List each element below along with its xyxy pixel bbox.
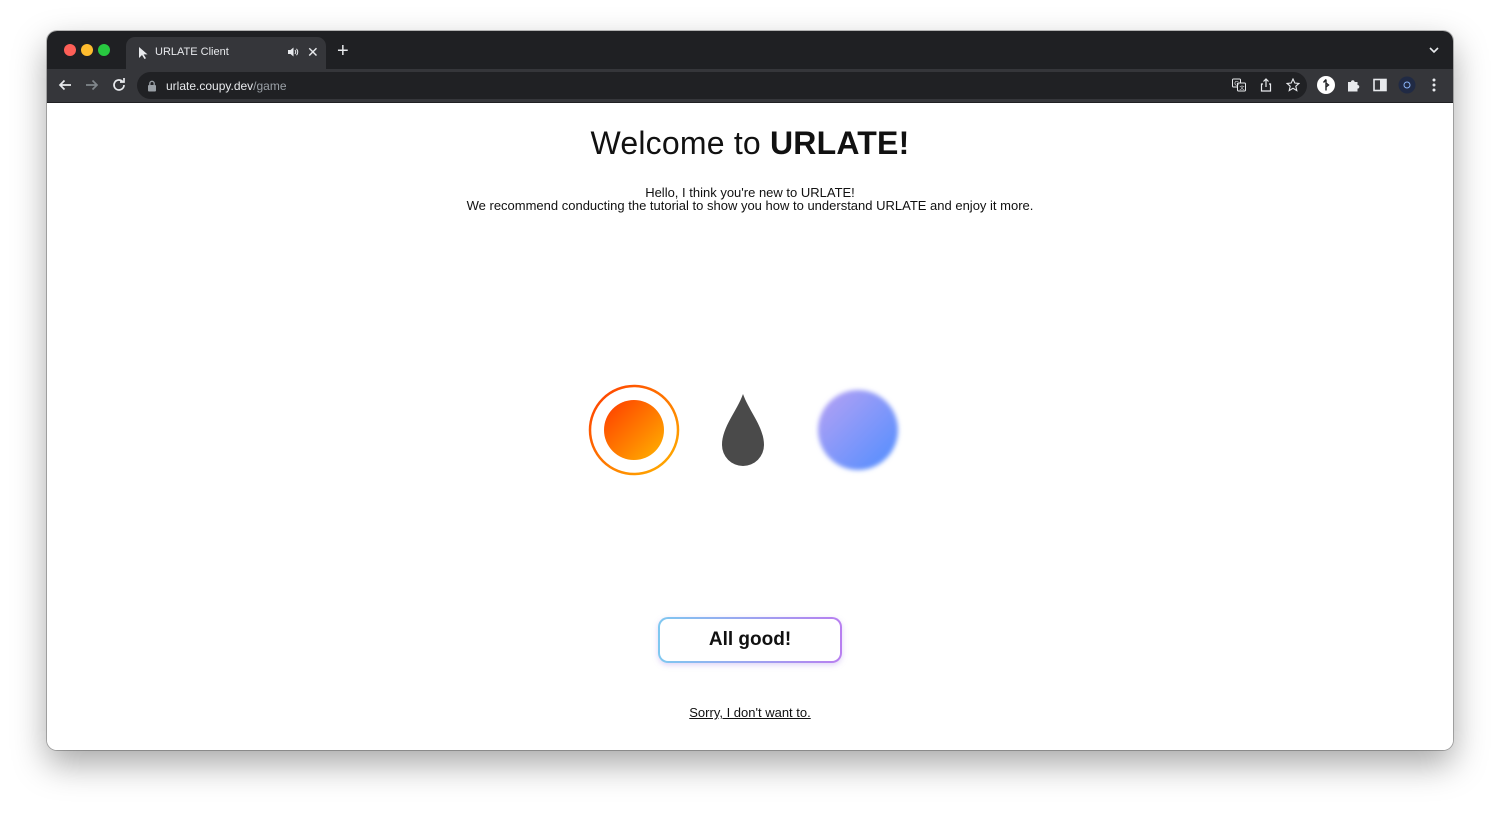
decline-tutorial-link[interactable]: Sorry, I don't want to. — [689, 705, 810, 720]
url-text: urlate.coupy.dev/game — [166, 79, 287, 93]
translate-icon[interactable]: G 文 — [1232, 78, 1246, 92]
tutorial-shapes — [588, 384, 898, 476]
arrow-left-icon[interactable] — [56, 76, 74, 94]
minimize-window-button[interactable] — [81, 44, 93, 56]
star-icon[interactable] — [1286, 78, 1300, 92]
kebab-menu-icon[interactable] — [1425, 76, 1443, 94]
avatar[interactable] — [1398, 76, 1416, 94]
tab-close-icon[interactable]: ✕ — [307, 44, 319, 60]
new-tab-button[interactable]: + — [337, 41, 349, 61]
all-good-button[interactable]: All good! — [658, 617, 842, 663]
cursor-orb-icon — [818, 390, 898, 470]
title-prefix: Welcome to — [590, 125, 770, 161]
url-host: urlate.coupy.dev — [166, 79, 254, 93]
address-bar[interactable]: urlate.coupy.dev/game G 文 — [137, 72, 1307, 99]
reload-icon[interactable] — [110, 76, 128, 94]
all-good-button-label: All good! — [660, 619, 840, 661]
page-title: Welcome to URLATE! — [47, 125, 1453, 162]
intro-text: Hello, I think you're new to URLATE! We … — [47, 186, 1453, 212]
side-panel-icon[interactable] — [1371, 76, 1389, 94]
lock-icon[interactable] — [147, 80, 157, 92]
browser-toolbar: urlate.coupy.dev/game G 文 — [47, 69, 1453, 103]
arrow-right-icon[interactable] — [83, 76, 101, 94]
svg-text:G: G — [1234, 81, 1239, 88]
share-icon[interactable] — [1259, 78, 1273, 92]
svg-text:文: 文 — [1240, 85, 1245, 92]
bullet-drop-icon — [722, 394, 764, 466]
title-brand: URLATE! — [770, 125, 910, 161]
url-path: /game — [253, 79, 287, 93]
decline-tutorial-link-row: Sorry, I don't want to. — [47, 705, 1453, 720]
tab-title: URLATE Client — [155, 46, 229, 58]
puzzle-icon[interactable] — [1345, 76, 1363, 94]
page-content: Welcome to URLATE! Hello, I think you're… — [47, 103, 1453, 750]
maximize-window-button[interactable] — [98, 44, 110, 56]
browser-tab-active[interactable]: URLATE Client ✕ — [126, 37, 326, 69]
close-window-button[interactable] — [64, 44, 76, 56]
speaker-icon[interactable] — [287, 46, 299, 58]
intro-line-2: We recommend conducting the tutorial to … — [466, 198, 1034, 213]
extension-badge-icon[interactable] — [1317, 76, 1335, 94]
cursor-icon — [139, 47, 148, 59]
tab-bar: URLATE Client ✕ + — [47, 31, 1453, 69]
browser-window: URLATE Client ✕ + urlate.coupy.dev/game … — [47, 31, 1453, 750]
chevron-down-icon[interactable] — [1429, 45, 1439, 55]
note-target-icon — [588, 384, 680, 476]
